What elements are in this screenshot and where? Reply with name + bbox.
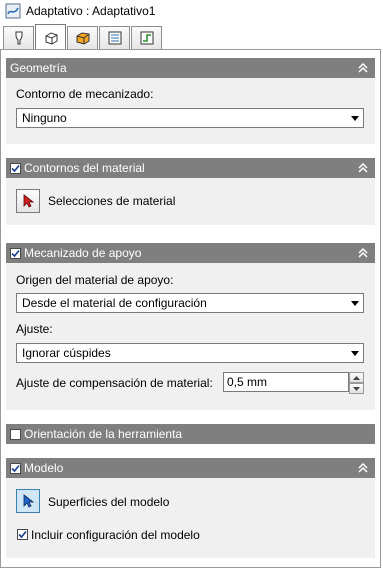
section-apoyo-header[interactable]: Mecanizado de apoyo [6, 243, 375, 263]
section-title: Orientación de la herramienta [24, 427, 183, 441]
section-title: Modelo [24, 461, 64, 475]
contornos-checkbox[interactable] [10, 162, 21, 174]
tab-strip [3, 24, 163, 50]
section-modelo-header[interactable]: Modelo [6, 458, 375, 478]
orientacion-checkbox[interactable] [10, 428, 21, 440]
collapse-icon[interactable] [356, 161, 370, 175]
cursor-arrow-icon [23, 194, 34, 208]
ajuste-label: Ajuste: [16, 322, 53, 336]
section-mecanizado-apoyo: Mecanizado de apoyo Origen del material … [6, 243, 375, 410]
contorno-label: Contorno de mecanizado: [16, 87, 154, 101]
section-contornos-header[interactable]: Contornos del material [6, 158, 375, 178]
contorno-select[interactable]: Ninguno [16, 108, 364, 128]
ajuste-select[interactable]: Ignorar cúspides [16, 343, 364, 363]
section-modelo: Modelo Superficies del modelo Incluir co… [6, 458, 375, 558]
collapse-icon[interactable] [356, 461, 370, 475]
origen-select[interactable]: Desde el material de configuración [16, 293, 364, 313]
model-surfaces-button[interactable] [16, 489, 40, 513]
stock-box-icon [45, 31, 57, 45]
collapse-icon[interactable] [356, 246, 370, 260]
section-orientacion-header[interactable]: Orientación de la herramienta [6, 424, 375, 444]
ajuste-select-value: Ignorar cúspides [22, 346, 111, 360]
spin-down-icon[interactable] [349, 383, 364, 394]
apoyo-checkbox[interactable] [10, 247, 21, 259]
compensacion-value: 0,5 mm [227, 375, 268, 389]
section-geometria: Geometría Contorno de mecanizado: Ningun… [6, 58, 375, 144]
title-bar: Adaptativo : Adaptativo1 [0, 0, 383, 22]
section-title: Mecanizado de apoyo [24, 246, 142, 260]
dropdown-arrow-icon [347, 115, 363, 121]
tab-passes[interactable] [99, 26, 130, 49]
modelo-checkbox[interactable] [10, 462, 21, 474]
incluir-config-label: Incluir configuración del modelo [31, 528, 200, 542]
compensacion-label: Ajuste de compensación de material: [16, 376, 213, 390]
dropdown-arrow-icon [347, 350, 363, 356]
compensacion-input[interactable]: 0,5 mm [223, 372, 349, 392]
collapse-icon[interactable] [356, 61, 370, 75]
window-title: Adaptativo : Adaptativo1 [26, 4, 156, 18]
section-contornos-material: Contornos del material Selecciones de ma… [6, 158, 375, 225]
section-orientacion: Orientación de la herramienta [6, 424, 375, 444]
adaptive-operation-icon [5, 3, 21, 19]
material-selections-button[interactable] [16, 189, 40, 213]
tab-heights[interactable] [67, 26, 98, 49]
tab-linking[interactable] [131, 26, 162, 49]
compensacion-row: Ajuste de compensación de material: 0,5 … [6, 372, 375, 396]
tool-icon [15, 31, 22, 45]
list-icon [108, 31, 121, 45]
tab-tool[interactable] [3, 26, 34, 49]
origen-label: Origen del material de apoyo: [16, 273, 174, 287]
section-geometria-header[interactable]: Geometría [6, 58, 375, 78]
model-surfaces-label: Superficies del modelo [48, 495, 170, 509]
box-icon [76, 32, 89, 45]
spin-up-icon[interactable] [349, 372, 364, 383]
incluir-config-checkbox[interactable] [17, 529, 28, 540]
cursor-arrow-icon [23, 494, 34, 508]
origen-select-value: Desde el material de configuración [22, 296, 207, 310]
material-selections-label: Selecciones de material [48, 194, 176, 208]
linking-icon [140, 31, 153, 45]
tab-geometry[interactable] [35, 24, 66, 50]
section-title: Geometría [10, 61, 67, 75]
dropdown-arrow-icon [347, 300, 363, 306]
compensacion-spinner[interactable] [349, 372, 364, 394]
contorno-select-value: Ninguno [22, 111, 67, 125]
section-title: Contornos del material [24, 161, 145, 175]
